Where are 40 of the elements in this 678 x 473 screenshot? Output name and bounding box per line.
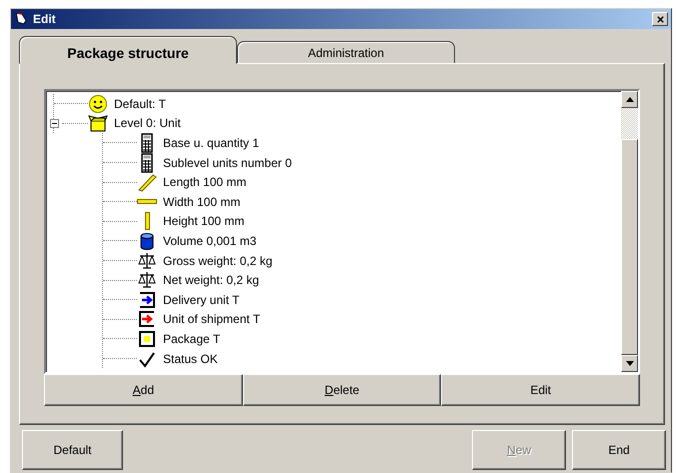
tree-item[interactable]: Net weight: 0,2 kg [163,271,260,290]
tree-item[interactable]: Sublevel units number 0 [163,154,292,172]
up-arrow-icon [626,97,634,102]
scroll-down-button[interactable] [621,355,638,372]
tree-item[interactable]: Level 0: Unit [114,114,181,132]
ruler-icon [137,172,157,192]
tree-item[interactable]: Status OK [163,350,218,368]
tree-item[interactable]: Width 100 mm [163,192,240,211]
tree-item[interactable]: Default: T [114,94,166,113]
scale-icon [137,250,157,271]
tree-action-button[interactable]: Edit [441,374,640,406]
tree-item[interactable]: Unit of shipment T [163,310,260,328]
tree-item[interactable]: Base u. quantity 1 [163,134,260,152]
arrow-icon [137,290,157,310]
scroll-up-button[interactable] [621,91,638,108]
collapse-icon[interactable] [50,118,58,128]
window-title: Edit [33,11,56,28]
arrow-icon [137,309,157,330]
box-icon [88,113,108,134]
dialog-button[interactable]: Default [22,430,123,470]
tree-item[interactable]: Height 100 mm [163,212,244,230]
tree-item[interactable]: Delivery unit T [163,290,240,309]
close-icon [656,14,664,24]
tree-item[interactable]: Package T [163,330,220,348]
scale-icon [137,270,157,290]
scrollbar[interactable] [621,91,638,372]
dialog-button[interactable]: End [572,430,666,470]
tab[interactable]: Package structure [19,36,237,64]
tab[interactable]: Administration [237,41,455,63]
ruler-icon [144,212,150,230]
tree-item[interactable]: Gross weight: 0,2 kg [163,252,272,270]
tree-item[interactable]: Volume 0,001 m3 [163,232,256,250]
tree-item[interactable]: Length 100 mm [163,173,246,192]
close-button[interactable] [652,12,668,26]
ruler-icon [137,199,157,204]
tree-action-button[interactable]: Delete [242,374,442,406]
down-arrow-icon [626,361,634,366]
tree-action-button[interactable]: Add [44,374,243,406]
package-icon [137,328,157,349]
scroll-thumb[interactable] [621,139,638,355]
